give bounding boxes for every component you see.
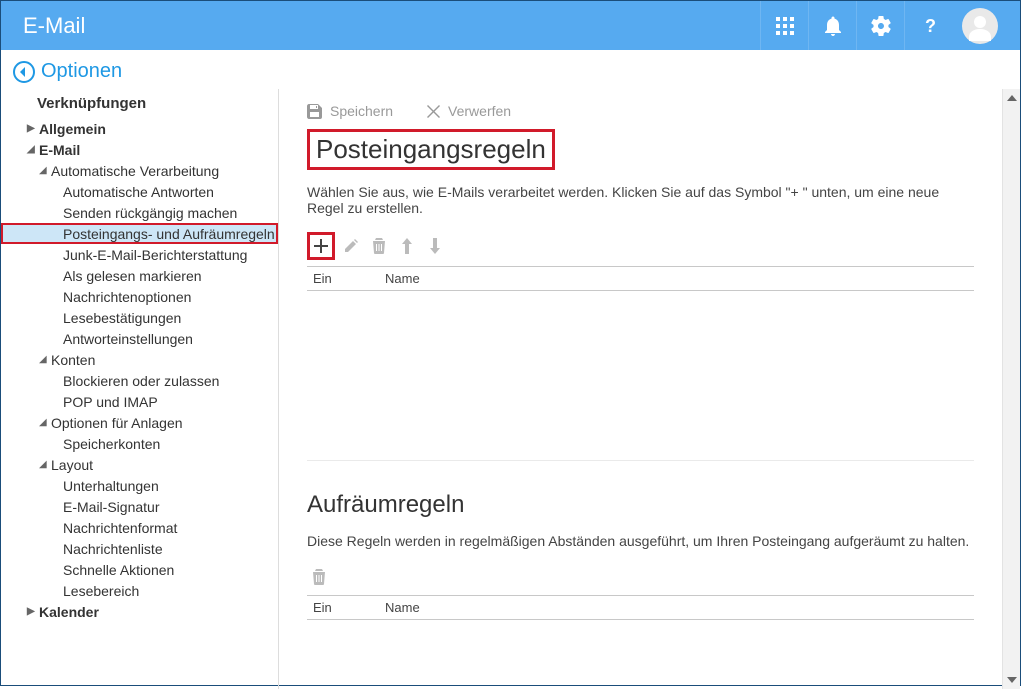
- sidebar-item[interactable]: ◢Optionen für Anlagen: [1, 412, 278, 433]
- sidebar-item-label: Schnelle Aktionen: [63, 562, 174, 578]
- trash-icon[interactable]: [367, 234, 391, 258]
- caret-down-icon: ◢: [39, 354, 49, 365]
- caret-down-icon: ◢: [39, 459, 49, 470]
- sidebar-item[interactable]: Speicherkonten: [1, 433, 278, 454]
- sidebar-item-label: Nachrichtenliste: [63, 541, 163, 557]
- sidebar-item[interactable]: Lesebereich: [1, 580, 278, 601]
- sweep-table-header: Ein Name: [307, 595, 974, 620]
- sidebar-item[interactable]: Als gelesen markieren: [1, 265, 278, 286]
- sidebar-item-label: Junk-E-Mail-Berichterstattung: [63, 247, 247, 263]
- bell-icon[interactable]: [808, 1, 856, 50]
- sidebar-item[interactable]: ◢Konten: [1, 349, 278, 370]
- sidebar-item[interactable]: Lesebestätigungen: [1, 307, 278, 328]
- sidebar-item-label: Layout: [51, 457, 93, 473]
- arrow-down-icon[interactable]: [423, 234, 447, 258]
- sidebar-item-label: Blockieren oder zulassen: [63, 373, 219, 389]
- sidebar-item[interactable]: Blockieren oder zulassen: [1, 370, 278, 391]
- sidebar-item-label: Optionen für Anlagen: [51, 415, 183, 431]
- help-icon[interactable]: ?: [904, 1, 952, 50]
- sidebar-item-label: Nachrichtenformat: [63, 520, 177, 536]
- sidebar-item-label: E-Mail: [39, 142, 80, 158]
- app-title: E-Mail: [23, 13, 760, 39]
- sidebar-item[interactable]: Nachrichtenliste: [1, 538, 278, 559]
- sidebar-item-label: Speicherkonten: [63, 436, 160, 452]
- sidebar-item-label: Allgemein: [39, 121, 106, 137]
- sidebar-item-label: Lesebestätigungen: [63, 310, 181, 326]
- scroll-down-icon[interactable]: [1003, 671, 1020, 689]
- sidebar-item-label: Kalender: [39, 604, 99, 620]
- inbox-table-body: [307, 291, 974, 461]
- sidebar-item-label: E-Mail-Signatur: [63, 499, 159, 515]
- sidebar-item[interactable]: ▶Allgemein: [1, 118, 278, 139]
- main-area: Speichern Verwerfen Posteingangsregeln W…: [279, 89, 1020, 689]
- sidebar-item-label: Automatische Verarbeitung: [51, 163, 219, 179]
- inbox-rules-title: Posteingangsregeln: [307, 129, 555, 170]
- svg-text:?: ?: [925, 16, 935, 36]
- sidebar-item-label: Lesebereich: [63, 583, 139, 599]
- sidebar-item-label: Als gelesen markieren: [63, 268, 202, 284]
- save-label: Speichern: [330, 103, 393, 119]
- gear-icon[interactable]: [856, 1, 904, 50]
- sidebar-item[interactable]: ◢Layout: [1, 454, 278, 475]
- trash-icon[interactable]: [307, 565, 331, 589]
- sidebar-item-label: Unterhaltungen: [63, 478, 159, 494]
- col-name: Name: [379, 596, 974, 619]
- sweep-rules-title: Aufräumregeln: [307, 491, 974, 519]
- back-row: Optionen: [1, 50, 1020, 89]
- sidebar-item[interactable]: E-Mail-Signatur: [1, 496, 278, 517]
- sidebar-item-label: Posteingangs- und Aufräumregeln: [63, 226, 275, 242]
- avatar[interactable]: [962, 8, 998, 44]
- sidebar-heading: Verknüpfungen: [1, 93, 278, 118]
- sidebar-item[interactable]: Senden rückgängig machen: [1, 202, 278, 223]
- sidebar-item-label: Senden rückgängig machen: [63, 205, 237, 221]
- plus-icon[interactable]: [307, 232, 335, 260]
- discard-button[interactable]: Verwerfen: [427, 103, 511, 119]
- caret-right-icon: ▶: [27, 606, 37, 617]
- discard-label: Verwerfen: [448, 103, 511, 119]
- caret-down-icon: ◢: [39, 417, 49, 428]
- sidebar-item-label: Konten: [51, 352, 95, 368]
- sweep-rules-toolbar: [307, 565, 974, 589]
- sidebar-item[interactable]: POP und IMAP: [1, 391, 278, 412]
- sidebar: Verknüpfungen ▶Allgemein◢E-Mail◢Automati…: [1, 89, 279, 689]
- header-icon-group: ?: [760, 1, 998, 50]
- sidebar-item[interactable]: Posteingangs- und Aufräumregeln: [1, 223, 278, 244]
- inbox-rules-toolbar: [307, 232, 974, 260]
- caret-down-icon: ◢: [39, 165, 49, 176]
- sidebar-item-label: POP und IMAP: [63, 394, 158, 410]
- col-name: Name: [379, 267, 974, 290]
- sidebar-item[interactable]: ◢Automatische Verarbeitung: [1, 160, 278, 181]
- caret-right-icon: ▶: [27, 123, 37, 134]
- inbox-table-header: Ein Name: [307, 266, 974, 291]
- sidebar-item[interactable]: Automatische Antworten: [1, 181, 278, 202]
- back-label: Optionen: [41, 60, 122, 83]
- sidebar-item[interactable]: Junk-E-Mail-Berichterstattung: [1, 244, 278, 265]
- edit-icon[interactable]: [339, 234, 363, 258]
- sidebar-item[interactable]: Nachrichtenformat: [1, 517, 278, 538]
- sweep-rules-desc: Diese Regeln werden in regelmäßigen Abst…: [307, 533, 974, 549]
- col-on: Ein: [307, 267, 379, 290]
- scrollbar[interactable]: [1002, 89, 1020, 689]
- sidebar-item-label: Antworteinstellungen: [63, 331, 193, 347]
- arrow-up-icon[interactable]: [395, 234, 419, 258]
- save-button[interactable]: Speichern: [307, 103, 393, 119]
- scroll-up-icon[interactable]: [1003, 89, 1020, 107]
- sidebar-item-label: Automatische Antworten: [63, 184, 214, 200]
- inbox-rules-desc: Wählen Sie aus, wie E-Mails verarbeitet …: [307, 184, 974, 216]
- col-on: Ein: [307, 596, 379, 619]
- back-icon[interactable]: [13, 61, 35, 83]
- app-header: E-Mail ?: [1, 1, 1020, 50]
- sidebar-item[interactable]: Schnelle Aktionen: [1, 559, 278, 580]
- sidebar-item[interactable]: Antworteinstellungen: [1, 328, 278, 349]
- sidebar-item-label: Nachrichtenoptionen: [63, 289, 191, 305]
- apps-icon[interactable]: [760, 1, 808, 50]
- sidebar-item[interactable]: ▶Kalender: [1, 601, 278, 622]
- toolbar: Speichern Verwerfen: [307, 97, 974, 129]
- sidebar-item[interactable]: ◢E-Mail: [1, 139, 278, 160]
- caret-down-icon: ◢: [27, 144, 37, 155]
- sidebar-item[interactable]: Unterhaltungen: [1, 475, 278, 496]
- sidebar-item[interactable]: Nachrichtenoptionen: [1, 286, 278, 307]
